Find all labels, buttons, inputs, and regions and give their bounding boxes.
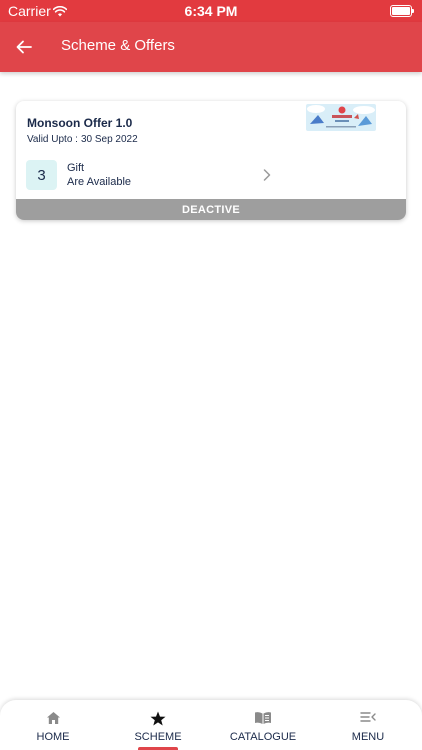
star-icon <box>150 711 166 726</box>
nav-scheme[interactable]: SCHEME <box>108 700 208 750</box>
validity-label: Valid Upto : <box>27 134 78 145</box>
gift-count-badge: 3 <box>26 160 57 190</box>
offer-validity: Valid Upto :30 Sep 2022 <box>27 134 138 145</box>
back-button[interactable] <box>12 35 36 59</box>
offer-status-badge: DEACTIVE <box>16 199 406 220</box>
gift-row[interactable]: 3 Gift Are Available <box>26 160 271 190</box>
nav-home[interactable]: HOME <box>3 700 103 750</box>
validity-date: 30 Sep 2022 <box>80 134 138 145</box>
gift-sub-label: Are Available <box>67 176 132 188</box>
page-title: Scheme & Offers <box>61 37 175 54</box>
book-icon <box>255 712 271 724</box>
nav-menu-label: MENU <box>351 731 385 743</box>
app-bar: Scheme & Offers <box>0 22 422 72</box>
nav-home-label: HOME <box>36 731 70 743</box>
chevron-right-icon <box>263 169 271 181</box>
nav-scheme-label: SCHEME <box>134 731 182 743</box>
bottom-nav: HOME SCHEME CATALOGUE MENU <box>0 700 422 750</box>
offer-banner-image <box>306 104 376 131</box>
nav-menu[interactable]: MENU <box>318 700 418 750</box>
offer-card[interactable]: Monsoon Offer 1.0 Valid Upto :30 Sep 202… <box>16 101 406 220</box>
nav-catalogue[interactable]: CATALOGUE <box>213 700 313 750</box>
battery-icon <box>390 5 414 17</box>
offer-title: Monsoon Offer 1.0 <box>27 116 133 130</box>
home-icon <box>46 712 60 724</box>
nav-catalogue-label: CATALOGUE <box>229 731 297 743</box>
status-bar: Carrier 6:34 PM <box>0 0 422 22</box>
menu-icon <box>360 712 376 722</box>
arrow-left-icon <box>16 40 32 54</box>
clock: 6:34 PM <box>184 3 238 19</box>
gift-label: Gift <box>67 162 85 174</box>
